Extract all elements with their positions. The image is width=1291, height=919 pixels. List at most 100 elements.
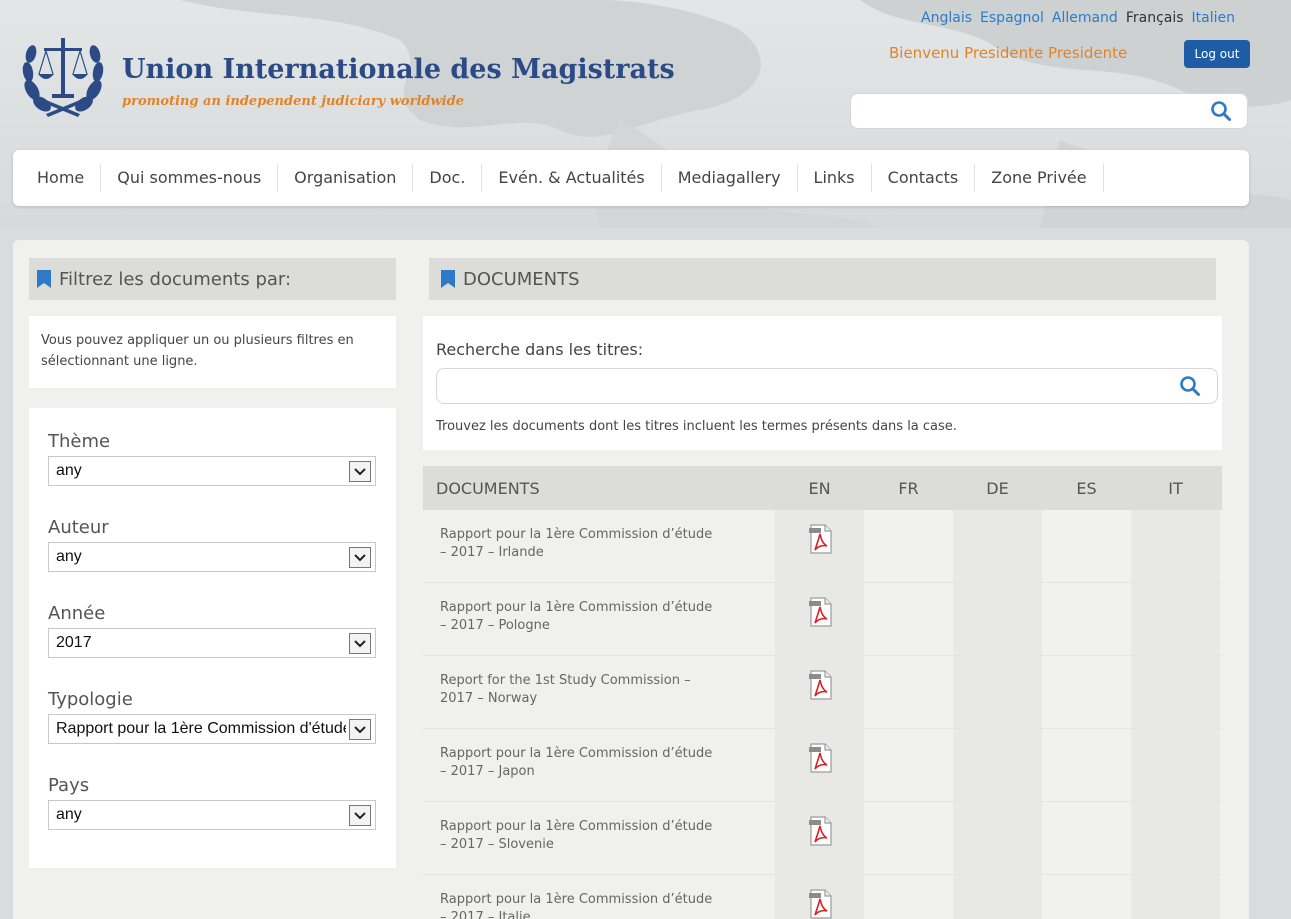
documents-panel-heading: DOCUMENTS	[429, 258, 1216, 300]
logout-button[interactable]: Log out	[1184, 40, 1250, 68]
document-cell-it	[1131, 583, 1220, 655]
title-search-help-text: Trouvez les documents dont les titres in…	[436, 419, 957, 434]
language-link-italien[interactable]: Italien	[1192, 10, 1235, 26]
language-switcher: Anglais Espagnol Allemand Français Itali…	[921, 10, 1235, 26]
document-cell-en	[775, 729, 864, 801]
filter-select-auteur[interactable]: any	[48, 542, 376, 572]
table-row: Rapport pour la 1ère Commission d’étude –…	[423, 802, 1222, 875]
document-cell-de	[953, 510, 1042, 582]
filter-select-theme[interactable]: any	[48, 456, 376, 486]
column-header-es: ES	[1076, 478, 1097, 498]
site-tagline: promoting an independent judiciary world…	[122, 94, 464, 109]
nav-item-organisation[interactable]: Organisation	[278, 164, 414, 192]
chevron-down-icon[interactable]	[349, 461, 371, 482]
filter-form: Thème any Auteur any Année 2017 Typologi…	[29, 408, 396, 868]
table-row: Rapport pour la 1ère Commission d’étude –…	[423, 583, 1222, 656]
chevron-down-icon[interactable]	[349, 719, 371, 740]
language-link-francais[interactable]: Français	[1126, 10, 1184, 26]
title-search-box	[436, 368, 1218, 404]
document-cell-es	[1042, 875, 1131, 919]
document-cell-en	[775, 802, 864, 874]
pdf-icon[interactable]	[807, 670, 833, 728]
documents-table: DOCUMENTS EN FR DE ES IT Rapport pour la…	[423, 466, 1222, 919]
document-cell-es	[1042, 510, 1131, 582]
filter-panel-heading: Filtrez les documents par:	[29, 258, 396, 300]
document-title[interactable]: Rapport pour la 1ère Commission d’étude –…	[423, 583, 775, 655]
nav-item-links[interactable]: Links	[798, 164, 872, 192]
document-title[interactable]: Report for the 1st Study Commission – 201…	[423, 656, 775, 728]
table-header-row: DOCUMENTS EN FR DE ES IT	[423, 466, 1222, 510]
document-title[interactable]: Rapport pour la 1ère Commission d’étude –…	[423, 875, 775, 919]
pdf-icon[interactable]	[807, 816, 833, 874]
document-title[interactable]: Rapport pour la 1ère Commission d’étude –…	[423, 729, 775, 801]
pdf-icon[interactable]	[807, 524, 833, 582]
nav-item-contacts[interactable]: Contacts	[872, 164, 976, 192]
filter-label-annee: Année	[48, 603, 106, 624]
document-cell-it	[1131, 802, 1220, 874]
document-title-line: Rapport pour la 1ère Commission d’étude	[440, 600, 713, 615]
document-cell-fr	[864, 875, 953, 919]
document-cell-es	[1042, 802, 1131, 874]
language-link-espagnol[interactable]: Espagnol	[980, 10, 1044, 26]
document-cell-fr	[864, 729, 953, 801]
nav-item-zone-privee[interactable]: Zone Privée	[975, 164, 1104, 192]
pdf-icon[interactable]	[807, 597, 833, 655]
chevron-down-icon[interactable]	[349, 805, 371, 826]
main-content: Filtrez les documents par: Vous pouvez a…	[13, 240, 1249, 919]
document-cell-it	[1131, 510, 1220, 582]
filter-select-value: 2017	[56, 634, 92, 651]
filter-select-value: Rapport pour la 1ère Commission d'étude	[56, 720, 346, 737]
filter-select-annee[interactable]: 2017	[48, 628, 376, 658]
document-cell-en	[775, 656, 864, 728]
filter-select-value: any	[56, 806, 82, 823]
document-cell-de	[953, 656, 1042, 728]
document-title-line: – 2017 – Pologne	[440, 618, 550, 633]
nav-item-qui-sommes-nous[interactable]: Qui sommes-nous	[101, 164, 279, 192]
nav-item-doc[interactable]: Doc.	[413, 164, 483, 192]
document-cell-es	[1042, 729, 1131, 801]
search-icon[interactable]	[1210, 100, 1232, 122]
column-header-fr: FR	[898, 478, 919, 498]
language-link-anglais[interactable]: Anglais	[921, 10, 972, 26]
document-cell-es	[1042, 583, 1131, 655]
document-cell-en	[775, 510, 864, 582]
document-cell-en	[775, 583, 864, 655]
site-title[interactable]: Union Internationale des Magistrats	[122, 54, 675, 85]
document-title-line: 2017 – Norway	[440, 691, 538, 706]
site-search-input[interactable]	[861, 100, 1201, 122]
language-link-allemand[interactable]: Allemand	[1052, 10, 1118, 26]
document-title-line: – 2017 – Japon	[440, 764, 535, 779]
document-title-line: Report for the 1st Study Commission –	[440, 673, 691, 688]
filter-select-value: any	[56, 548, 82, 565]
document-title-line: Rapport pour la 1ère Commission d’étude	[440, 527, 713, 542]
document-cell-es	[1042, 656, 1131, 728]
document-title[interactable]: Rapport pour la 1ère Commission d’étude –…	[423, 802, 775, 874]
nav-item-home[interactable]: Home	[21, 164, 102, 192]
nav-item-mediagallery[interactable]: Mediagallery	[662, 164, 798, 192]
title-search-input[interactable]	[447, 375, 1147, 397]
site-search-box	[850, 93, 1248, 129]
column-header-it: IT	[1168, 478, 1183, 498]
document-title-line: – 2017 – Italie	[440, 910, 531, 919]
site-header: Union Internationale des Magistrats prom…	[0, 0, 1291, 228]
filter-intro-text: Vous pouvez appliquer un ou plusieurs fi…	[29, 316, 396, 388]
bookmark-icon	[441, 270, 455, 288]
welcome-message: Bienvenu Presidente Presidente	[889, 44, 1128, 62]
column-header-documents: DOCUMENTS	[436, 478, 540, 498]
nav-item-evenements-actualites[interactable]: Evén. & Actualités	[482, 164, 662, 192]
bookmark-icon	[37, 270, 51, 288]
document-cell-en	[775, 875, 864, 919]
chevron-down-icon[interactable]	[349, 547, 371, 568]
filter-select-typologie[interactable]: Rapport pour la 1ère Commission d'étude	[48, 714, 376, 744]
pdf-icon[interactable]	[807, 889, 833, 919]
filter-panel-title: Filtrez les documents par:	[59, 268, 292, 290]
document-cell-it	[1131, 656, 1220, 728]
filter-select-pays[interactable]: any	[48, 800, 376, 830]
document-title-line: Rapport pour la 1ère Commission d’étude	[440, 746, 713, 761]
search-icon[interactable]	[1179, 375, 1201, 397]
table-row: Rapport pour la 1ère Commission d’étude –…	[423, 875, 1222, 919]
chevron-down-icon[interactable]	[349, 633, 371, 654]
document-title[interactable]: Rapport pour la 1ère Commission d’étude –…	[423, 510, 775, 582]
document-title-line: Rapport pour la 1ère Commission d’étude	[440, 819, 713, 834]
pdf-icon[interactable]	[807, 743, 833, 801]
